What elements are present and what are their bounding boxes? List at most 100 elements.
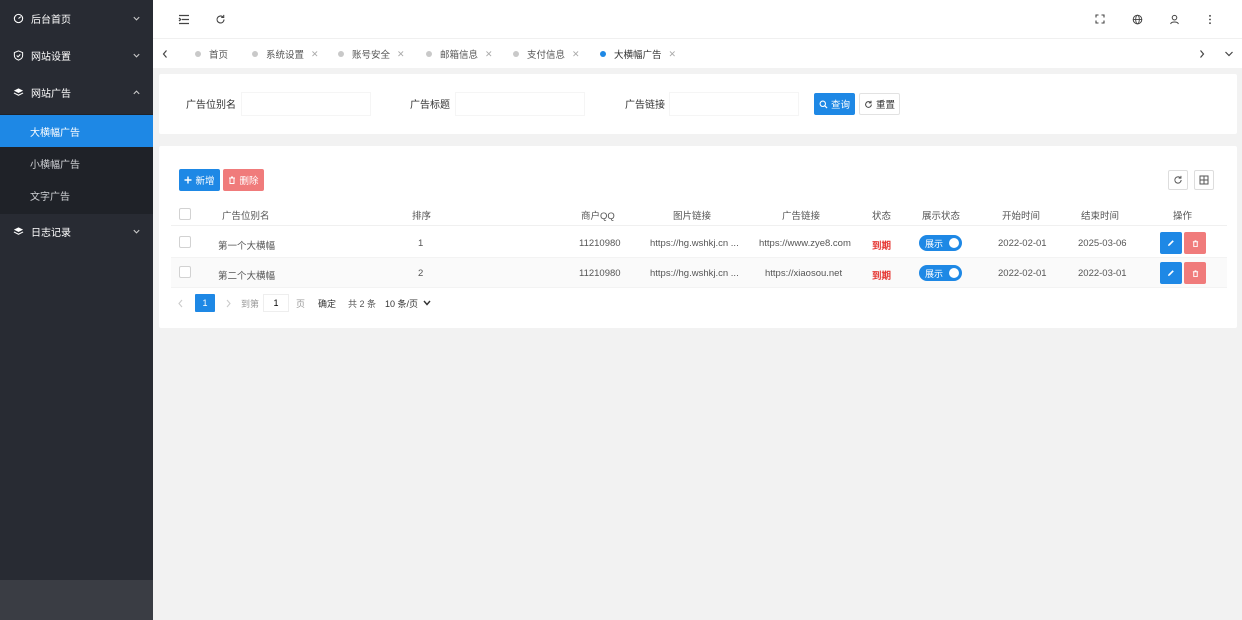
menu-toggle-icon[interactable] — [176, 11, 192, 27]
sidebar-subitem-large-banner[interactable]: 大横幅广告 — [0, 115, 153, 147]
globe-icon[interactable] — [1129, 11, 1145, 27]
table-row: 第一个大横幅 1 11210980 https://hg.wshkj.cn ..… — [171, 228, 1227, 258]
display-toggle-label: 展示 — [925, 268, 944, 279]
ad-table-panel: 新增 删除 广告位别名 排序 商户QQ 图片链接 广告链接 状态 展示状态 开始… — [159, 146, 1237, 328]
chevron-down-icon — [131, 14, 141, 24]
col-header-status: 状态 — [872, 211, 892, 222]
col-header-actions: 操作 — [1173, 211, 1193, 222]
page-button-current[interactable]: 1 — [195, 294, 215, 312]
tab-scroll-right-icon[interactable] — [1195, 47, 1209, 61]
select-all-checkbox[interactable] — [179, 208, 191, 220]
close-icon[interactable]: ✕ — [311, 49, 319, 60]
add-button[interactable]: 新增 — [179, 169, 220, 191]
cell-order: 1 — [418, 238, 424, 249]
tab-home[interactable]: 首页 — [195, 39, 228, 69]
refresh-icon[interactable] — [212, 11, 228, 27]
row-checkbox[interactable] — [179, 236, 191, 248]
sidebar-item-logs[interactable]: 日志记录 — [0, 213, 153, 250]
sidebar-item-home[interactable]: 后台首页 — [0, 0, 153, 37]
close-icon[interactable]: ✕ — [485, 49, 493, 60]
sidebar-subitem-text-ad[interactable]: 文字广告 — [0, 179, 153, 211]
trash-icon — [228, 176, 236, 184]
cell-alias: 第一个大横幅 — [218, 241, 276, 252]
sidebar-subitem-label: 文字广告 — [30, 191, 70, 203]
page-size-label: 10 条/页 — [385, 298, 419, 309]
goto-page-input[interactable] — [263, 294, 289, 312]
cell-status: 到期 — [872, 271, 892, 282]
sidebar-item-label: 网站设置 — [31, 52, 71, 63]
cell-start-time: 2022-02-01 — [998, 238, 1047, 249]
alias-search-input[interactable] — [241, 92, 371, 116]
close-icon[interactable]: ✕ — [669, 49, 677, 60]
edit-button[interactable] — [1160, 262, 1182, 284]
tab-label: 支付信息 — [527, 50, 566, 61]
page-size-select[interactable]: 10 条/页 — [385, 294, 431, 312]
tab-label: 大横幅广告 — [614, 50, 662, 61]
table-row: 第二个大横幅 2 11210980 https://hg.wshkj.cn ..… — [171, 258, 1227, 288]
fullscreen-icon[interactable] — [1092, 11, 1108, 27]
trash-icon — [1192, 239, 1199, 247]
display-toggle[interactable]: 展示 — [919, 265, 962, 281]
pagination: 1 到第 页 确定 共 2 条 10 条/页 — [171, 294, 571, 312]
tab-email-info[interactable]: 邮箱信息 ✕ — [426, 39, 493, 69]
query-button-label: 查询 — [830, 100, 850, 111]
cell-qq: 11210980 — [579, 268, 621, 279]
sidebar-subitem-label: 小横幅广告 — [30, 159, 80, 171]
grid-columns-icon — [1199, 175, 1209, 185]
add-button-label: 新增 — [195, 176, 215, 187]
delete-button[interactable]: 删除 — [223, 169, 264, 191]
reset-icon — [864, 100, 873, 109]
cell-end-time: 2025-03-06 — [1078, 238, 1127, 249]
sidebar-subitem-small-banner[interactable]: 小横幅广告 — [0, 147, 153, 179]
sidebar-item-label: 后台首页 — [31, 15, 71, 26]
sidebar-subitem-label: 大横幅广告 — [30, 127, 80, 139]
display-toggle[interactable]: 展示 — [919, 235, 962, 251]
tab-scroll-left-icon[interactable] — [158, 47, 172, 61]
more-vertical-icon[interactable] — [1202, 11, 1218, 27]
col-header-display-status: 展示状态 — [922, 211, 961, 222]
layers-icon — [12, 226, 24, 238]
sidebar-item-label: 日志记录 — [31, 228, 71, 239]
prev-page-icon[interactable] — [177, 294, 184, 312]
reset-button[interactable]: 重置 — [859, 93, 900, 115]
sidebar: 后台首页 网站设置 网站广告 大横幅广告 小横幅广告 文字广告 日志记录 — [0, 0, 153, 620]
tab-dot — [600, 51, 606, 57]
user-icon[interactable] — [1166, 11, 1182, 27]
close-icon[interactable]: ✕ — [572, 49, 580, 60]
table-refresh-button[interactable] — [1168, 170, 1188, 190]
cell-alias: 第二个大横幅 — [218, 271, 276, 282]
refresh-icon — [1173, 175, 1183, 185]
link-search-input[interactable] — [669, 92, 799, 116]
tab-large-banner[interactable]: 大横幅广告 ✕ — [600, 39, 676, 69]
col-header-qq: 商户QQ — [581, 211, 615, 222]
delete-row-button[interactable] — [1184, 232, 1206, 254]
cell-ad-url: https://xiaosou.net — [765, 268, 843, 279]
goto-confirm-button[interactable]: 确定 — [318, 294, 336, 312]
tab-payment-info[interactable]: 支付信息 ✕ — [513, 39, 580, 69]
page-unit-label: 页 — [296, 298, 306, 309]
sidebar-item-site-ads[interactable]: 网站广告 — [0, 74, 153, 111]
tab-menu-chevron-down-icon[interactable] — [1222, 47, 1236, 61]
col-header-alias: 广告位别名 — [222, 211, 270, 222]
delete-row-button[interactable] — [1184, 262, 1206, 284]
tab-account-security[interactable]: 账号安全 ✕ — [338, 39, 405, 69]
tab-dot — [513, 51, 519, 57]
query-button[interactable]: 查询 — [814, 93, 855, 115]
tab-system-settings[interactable]: 系统设置 ✕ — [252, 39, 319, 69]
title-search-input[interactable] — [455, 92, 585, 116]
column-filter-button[interactable] — [1194, 170, 1214, 190]
row-checkbox[interactable] — [179, 266, 191, 278]
close-icon[interactable]: ✕ — [397, 49, 405, 60]
col-header-start-time: 开始时间 — [1002, 211, 1041, 222]
tab-label: 账号安全 — [352, 50, 391, 61]
edit-button[interactable] — [1160, 232, 1182, 254]
reset-button-label: 重置 — [875, 100, 895, 111]
pencil-icon — [1167, 269, 1175, 277]
col-header-order: 排序 — [412, 211, 432, 222]
shield-icon — [12, 50, 24, 62]
cell-image-url: https://hg.wshkj.cn ... — [650, 238, 739, 249]
tab-dot — [195, 51, 201, 57]
cell-qq: 11210980 — [579, 238, 621, 249]
sidebar-item-site-settings[interactable]: 网站设置 — [0, 37, 153, 74]
next-page-icon[interactable] — [225, 294, 232, 312]
